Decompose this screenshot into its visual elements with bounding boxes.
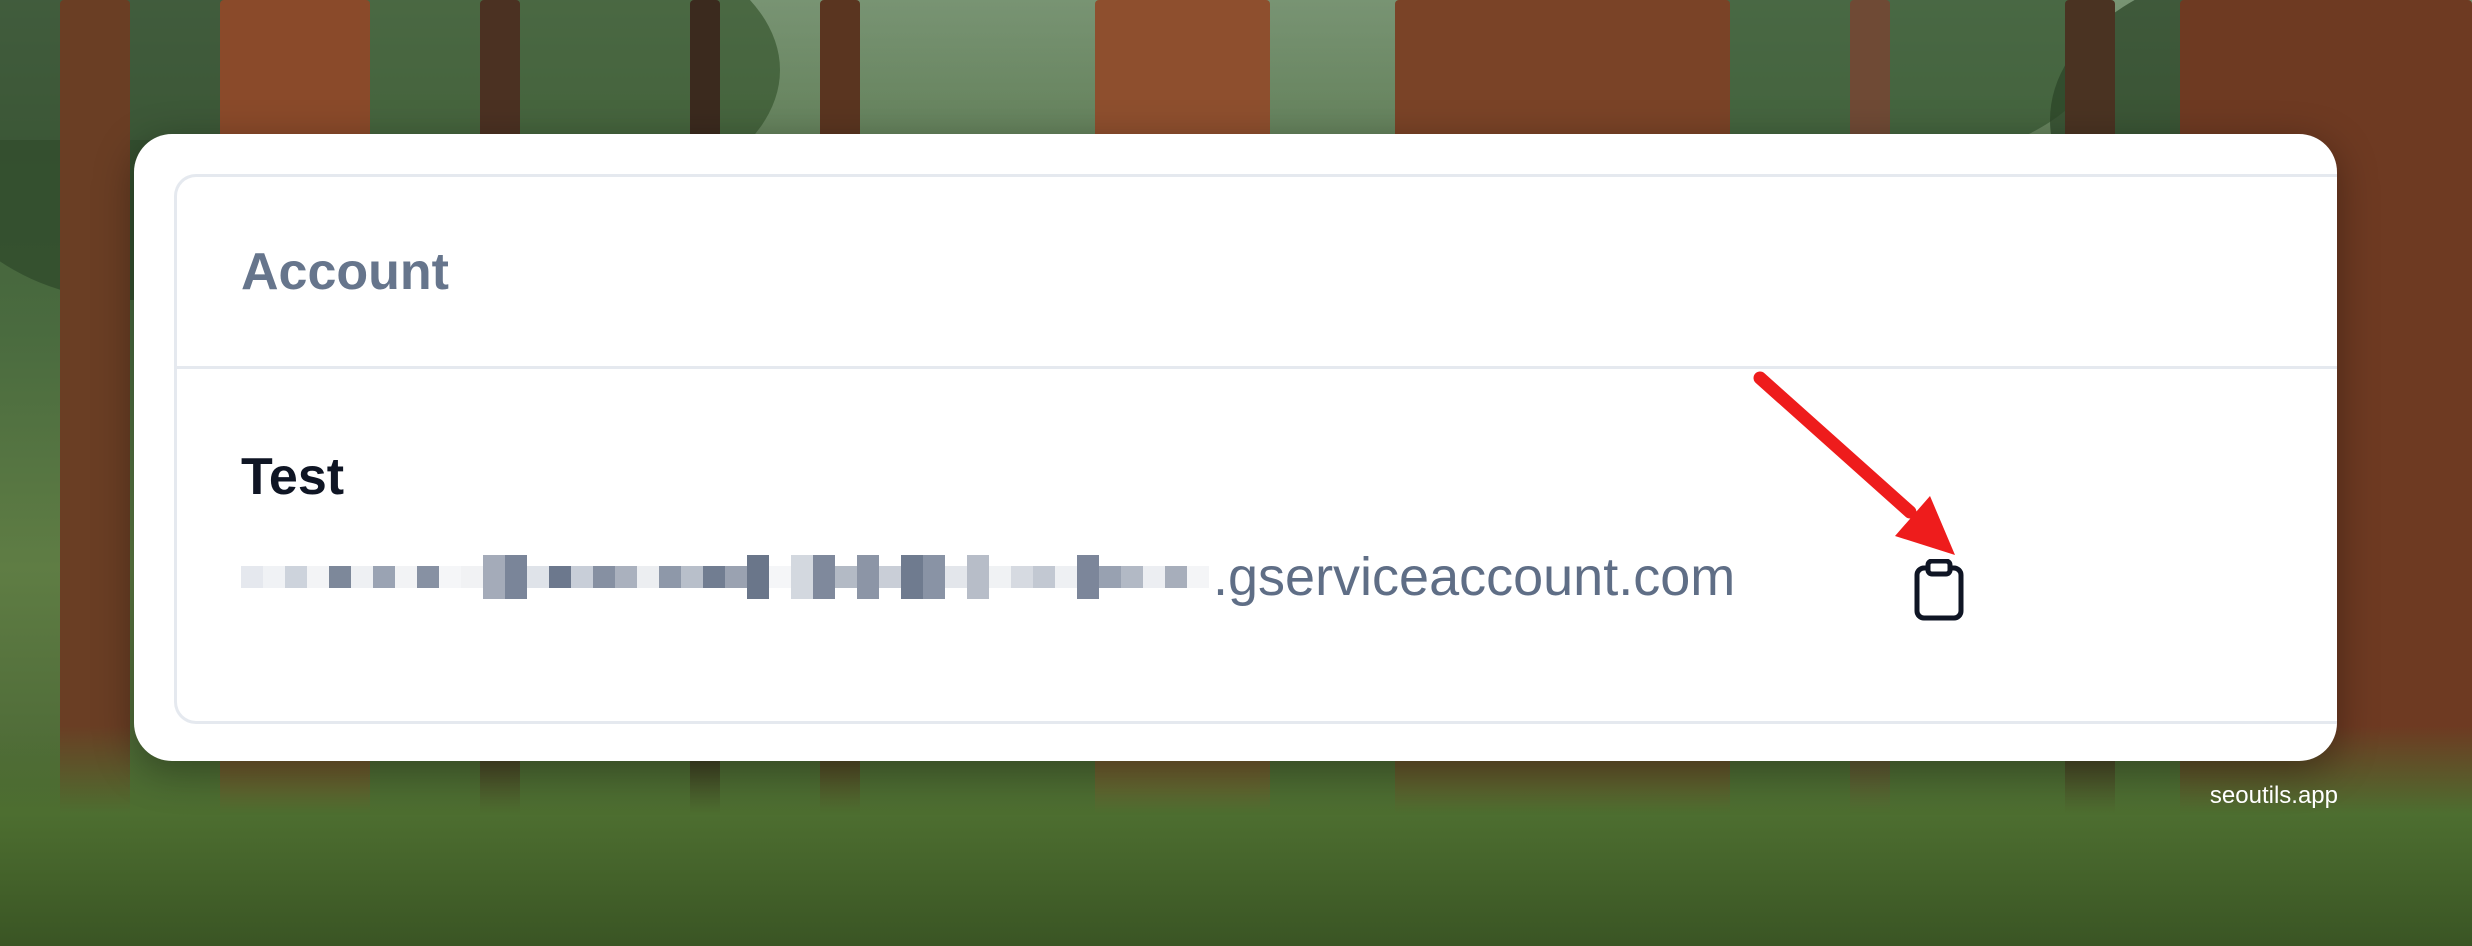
copy-email-button[interactable] — [1904, 555, 1974, 625]
clipboard-icon — [1914, 559, 1964, 621]
account-name: Test — [241, 448, 345, 506]
panel-header: Account — [177, 177, 2337, 369]
account-panel: Account Test .gserviceaccount.com — [174, 174, 2337, 724]
account-email: .gserviceaccount.com — [241, 547, 2337, 607]
panel-title: Account — [241, 242, 449, 301]
email-domain: .gserviceaccount.com — [1213, 547, 1736, 607]
watermark: seoutils.app — [2209, 782, 2338, 809]
account-details: Test .gserviceaccount.com — [177, 369, 2337, 621]
redacted-email-prefix — [241, 547, 1209, 607]
account-card: Account Test .gserviceaccount.com — [134, 134, 2337, 761]
